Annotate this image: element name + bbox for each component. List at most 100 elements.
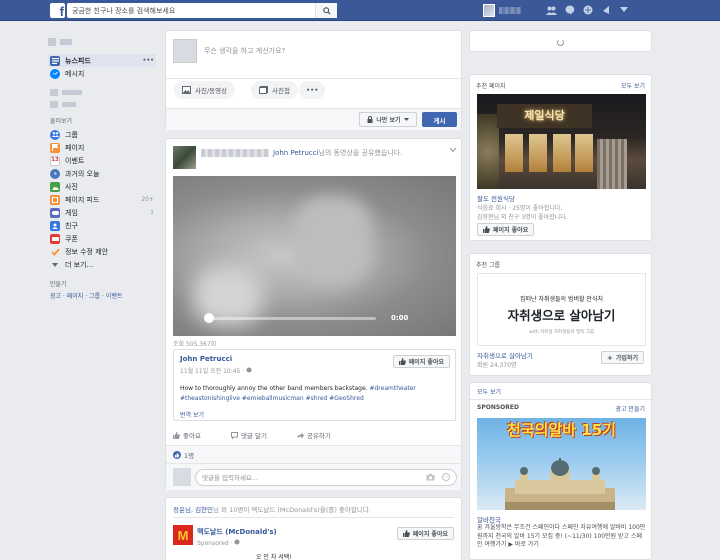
sidebar-item-pages[interactable]: 페이지 — [48, 141, 156, 154]
like-button[interactable]: 좋아요 — [173, 429, 201, 441]
search-button[interactable] — [315, 3, 337, 18]
sidebar-item-on-this-day[interactable]: 과거의 오늘 — [48, 167, 156, 180]
sidebar-item-coupons[interactable]: 쿠폰 — [48, 232, 156, 245]
calendar-icon: 13 — [50, 155, 60, 166]
sidebar-item-label: 페이지 — [65, 143, 85, 152]
plus-icon: + — [607, 353, 613, 362]
friend-requests-icon[interactable] — [545, 3, 558, 17]
profile-shortcut[interactable] — [48, 30, 156, 54]
shared-post-text: How to thoroughly annoy the other band m… — [180, 384, 450, 404]
more-options-button[interactable]: ••• — [299, 81, 326, 99]
see-translation-link[interactable]: 번역 보기 — [180, 410, 204, 419]
group-name[interactable]: 자취생으로 살아남기 — [477, 350, 533, 360]
notifications-icon[interactable] — [581, 3, 594, 17]
sidebar-item-events[interactable]: 13 이벤트 — [48, 154, 156, 167]
composer-input[interactable]: 무슨 생각을 하고 계신가요? — [204, 46, 285, 56]
see-all-link[interactable]: 모두 보기 — [477, 387, 501, 396]
sidebar-item-label: 게임 — [65, 208, 78, 217]
timestamp-text: 11월 11일 오전 10:45 · — [180, 368, 247, 375]
group-member-count: 회원 24,370명 — [477, 362, 517, 369]
sidebar-item-newsfeed[interactable]: 뉴스피드 ••• — [48, 54, 156, 67]
messages-icon[interactable] — [563, 3, 576, 17]
profile-name-blurred[interactable] — [499, 7, 521, 14]
sidebar-item-photos[interactable]: 사진 — [48, 180, 156, 193]
suggested-page-friends: 김향현님 외 친구 3명이 좋아합니다. — [477, 214, 568, 221]
photo-video-label: 사진/동영상 — [195, 87, 228, 95]
comment-input-box — [195, 469, 457, 486]
search-input[interactable] — [67, 3, 307, 18]
mcdonalds-logo[interactable]: M — [173, 525, 193, 545]
facebook-logo[interactable]: f — [50, 3, 65, 18]
view-count: 조회 505,367회 — [173, 341, 217, 348]
ad-advertiser-name[interactable]: 알바천국 — [477, 514, 501, 524]
ad-description: 꿈 겨울방학은 무조건 스페인이다 스페인 자유여행에 알바비 100만원까지 … — [477, 524, 646, 548]
create-links[interactable]: 광고 · 페이지 · 그룹 · 이벤트 — [48, 291, 156, 300]
poster-name-blurred[interactable] — [201, 149, 269, 157]
sidebar-item-friends[interactable]: 친구 — [48, 219, 156, 232]
loading-spinner-icon — [557, 39, 564, 46]
composer-avatar — [173, 39, 197, 63]
sponsored-label: Sponsored · — [197, 539, 240, 547]
comment-label: 댓글 달기 — [240, 432, 267, 440]
like-page-button[interactable]: 페이지 좋아요 — [477, 223, 535, 236]
advertiser-name[interactable]: 맥도날드 (McDonald's) — [197, 527, 277, 537]
share-label: 공유하기 — [306, 432, 331, 440]
post-button[interactable]: 게시 — [422, 112, 457, 127]
chevron-down-icon — [50, 260, 60, 270]
sidebar-item-pages-feed[interactable]: 페이지 피드 20+ — [48, 193, 156, 206]
reactions-summary[interactable]: 1명 — [166, 445, 461, 463]
ad-image[interactable]: 천국의알바 15기 — [477, 418, 646, 510]
account-menu-icon[interactable] — [617, 3, 630, 17]
group-cover-caption: with 자취생 자취생들의 필독 그룹 — [529, 330, 594, 335]
emoji-icon[interactable] — [442, 473, 450, 481]
camera-icon[interactable] — [426, 473, 435, 481]
video-player[interactable]: 0:00 — [173, 176, 456, 336]
top-icons — [545, 3, 630, 17]
post-body: How to thoroughly annoy the other band m… — [180, 385, 370, 392]
cathedral-illustration — [505, 458, 615, 510]
photo-album-button[interactable]: 사진첩 — [251, 81, 298, 99]
privacy-label: 나만 보기 — [376, 117, 401, 124]
shortcut-blurred[interactable] — [48, 86, 156, 98]
like-page-button[interactable]: 페이지 좋아요 — [396, 527, 454, 540]
privacy-selector[interactable]: 나만 보기 — [359, 112, 417, 127]
see-all-link[interactable]: 모두 보기 — [621, 81, 645, 90]
more-options-icon[interactable]: ••• — [142, 57, 154, 64]
photo-album-label: 사진첩 — [272, 87, 290, 95]
sidebar-item-label: 이벤트 — [65, 156, 85, 165]
comment-input[interactable] — [196, 470, 406, 485]
shared-timestamp[interactable]: 11월 11일 오전 10:45 · — [180, 366, 252, 375]
profile-avatar[interactable] — [483, 4, 495, 17]
suggested-pages-card: 추천 페이지 모두 보기 제일식당 팔도 전원식당 식음료 회사 · 25명이 … — [469, 74, 652, 241]
poster-avatar[interactable] — [173, 146, 196, 169]
liked-by-text: 님 외 10명이 맥도날드 (McDonald's)을(를) 좋아합니다. — [213, 506, 371, 514]
chevron-down-icon — [403, 118, 409, 121]
create-ad-link[interactable]: 광고 만들기 — [615, 404, 645, 413]
comment-button[interactable]: 댓글 달기 — [230, 429, 267, 441]
sidebar-item-groups[interactable]: 그룹 — [48, 128, 156, 141]
liked-by-names[interactable]: 정윤님, 김현민 — [173, 506, 213, 514]
badge-count: 1 — [150, 209, 154, 216]
sidebar-item-suggest-edits[interactable]: 정보 수정 제안 — [48, 245, 156, 258]
share-button[interactable]: 공유하기 — [296, 429, 331, 441]
photo-video-button[interactable]: 사진/동영상 — [174, 81, 236, 99]
shared-author-link[interactable]: John Petrucci — [180, 355, 232, 363]
shortcut-blurred[interactable] — [48, 98, 156, 110]
sidebar-item-games[interactable]: 게임 1 — [48, 206, 156, 219]
video-scrubber[interactable] — [204, 313, 214, 323]
post-options-chevron-icon[interactable] — [449, 146, 457, 154]
top-bar: f — [0, 0, 720, 21]
sidebar-item-messages[interactable]: 메시지 — [48, 67, 156, 80]
group-cover-image[interactable]: 집떠난 자취생들의 범버할 안식처 자취생으로 살아남기 with 자취생 자취… — [477, 273, 646, 346]
shared-from-link[interactable]: John Petrucci — [273, 149, 318, 157]
join-group-button[interactable]: + 가입하기 — [601, 351, 644, 364]
suggested-page-name[interactable]: 팔도 전원식당 — [477, 193, 515, 203]
suggested-page-photo[interactable]: 제일식당 — [477, 94, 646, 189]
like-page-button[interactable]: 페이지 좋아요 — [392, 355, 450, 368]
thumbs-up-icon — [173, 431, 180, 439]
divider — [173, 517, 454, 518]
video-progress-bar[interactable] — [210, 317, 376, 320]
help-icon[interactable] — [599, 3, 612, 17]
post-actions: 좋아요 댓글 달기 공유하기 — [173, 429, 456, 441]
sidebar-item-see-more[interactable]: 더 보기... — [48, 258, 156, 271]
